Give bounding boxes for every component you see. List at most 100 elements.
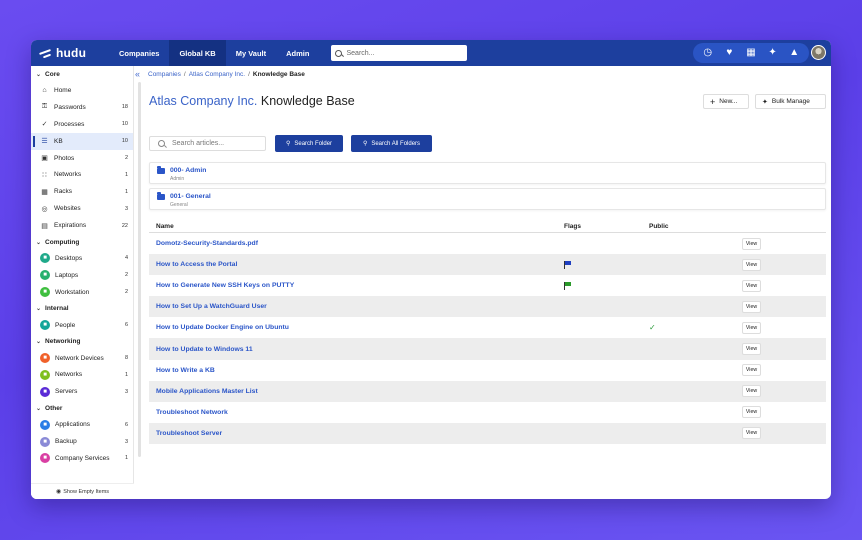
sidebar-item-home[interactable]: ⌂ Home <box>31 82 133 99</box>
sidebar-item-servers[interactable]: ■ Servers 3 <box>31 383 133 400</box>
table-row[interactable]: Troubleshoot Server View <box>149 422 826 444</box>
applications-icon: ■ <box>40 419 50 430</box>
article-name-link[interactable]: Troubleshoot Server <box>156 430 222 437</box>
sidebar-item-desktops[interactable]: ■ Desktops 4 <box>31 250 133 267</box>
sidebar-section-computing[interactable]: ⌄ Computing <box>31 234 133 250</box>
sidebar-item-expirations[interactable]: ▤ Expirations 22 <box>31 217 133 234</box>
sidebar-item-workstation[interactable]: ■ Workstation 2 <box>31 284 133 301</box>
view-button[interactable]: View <box>742 406 761 419</box>
sidebar-item-photos[interactable]: ▣ Photos 2 <box>31 150 133 167</box>
heart-icon[interactable]: ♥ <box>724 48 734 58</box>
column-public[interactable]: Public <box>649 223 669 230</box>
logo[interactable]: hudu <box>39 46 109 60</box>
logo-mark-icon <box>39 49 53 58</box>
article-name-link[interactable]: How to Set Up a WatchGuard User <box>156 303 267 310</box>
table-row[interactable]: How to Update to Windows 11 View <box>149 338 826 360</box>
clock-icon[interactable]: ◷ <box>703 48 713 58</box>
table-row[interactable]: Mobile Applications Master List View <box>149 380 826 402</box>
table-row[interactable]: How to Access the Portal View <box>149 254 826 276</box>
folder-admin[interactable]: 000- Admin Admin <box>149 162 826 184</box>
sidebar-section-networking[interactable]: ⌄ Networking <box>31 334 133 350</box>
article-name-link[interactable]: How to Generate New SSH Keys on PUTTY <box>156 282 294 289</box>
folder-name[interactable]: 001- General <box>170 193 211 200</box>
article-name-link[interactable]: Domotz-Security-Standards.pdf <box>156 240 258 247</box>
sidebar-section-core[interactable]: ⌄ Core <box>31 66 133 82</box>
nav-tab-my-vault[interactable]: My Vault <box>226 40 276 66</box>
view-button[interactable]: View <box>742 427 761 440</box>
show-empty-items-button[interactable]: ◉ Show Empty Items <box>31 483 134 499</box>
global-search-input[interactable]: Search... <box>331 45 468 61</box>
sidebar-item-backup[interactable]: ■ Backup 3 <box>31 433 133 450</box>
search-folder-button[interactable]: ⚲ Search Folder <box>275 135 343 152</box>
view-button[interactable]: View <box>742 385 761 398</box>
bulk-manage-button[interactable]: ✦ Bulk Manage <box>755 94 826 109</box>
sidebar-section-other[interactable]: ⌄ Other <box>31 400 133 416</box>
sidebar-item-company-services[interactable]: ■ Company Services 1 <box>31 450 133 467</box>
sidebar-item-applications[interactable]: ■ Applications 6 <box>31 416 133 433</box>
column-name[interactable]: Name <box>156 223 174 230</box>
article-name-link[interactable]: How to Update Docker Engine on Ubuntu <box>156 324 289 331</box>
search-all-folders-button[interactable]: ⚲ Search All Folders <box>351 135 432 152</box>
sidebar-section-title: Internal <box>45 305 69 313</box>
tools-icon[interactable]: ✦ <box>768 48 778 58</box>
sidebar-item-label: Websites <box>54 205 81 213</box>
table-row[interactable]: Domotz-Security-Standards.pdf View <box>149 233 826 254</box>
plus-icon: + <box>710 96 716 107</box>
calendar-icon[interactable]: ▦ <box>746 48 756 58</box>
article-name-link[interactable]: How to Write a KB <box>156 367 215 374</box>
sidebar-item-processes[interactable]: ✓ Processes 10 <box>31 116 133 133</box>
globe-icon: ◎ <box>41 205 48 213</box>
view-button[interactable]: View <box>742 279 761 292</box>
sidebar-item-kb[interactable]: ☰ KB 10 <box>31 132 133 150</box>
company-services-icon: ■ <box>40 453 50 464</box>
column-flags[interactable]: Flags <box>564 223 581 230</box>
view-button[interactable]: View <box>742 343 761 356</box>
desktop-icon: ■ <box>40 253 50 264</box>
view-button[interactable]: View <box>742 258 761 271</box>
sidebar-item-passwords[interactable]: ⚿ Passwords 18 <box>31 99 133 116</box>
sidebar-item-websites[interactable]: ◎ Websites 3 <box>31 200 133 217</box>
sidebar-item-label: Workstation <box>55 288 90 296</box>
view-button[interactable]: View <box>742 321 761 334</box>
folder-name[interactable]: 000- Admin <box>170 167 206 174</box>
article-name-link[interactable]: How to Access the Portal <box>156 261 237 268</box>
sidebar-item-label: Expirations <box>54 222 87 230</box>
table-row[interactable]: How to Generate New SSH Keys on PUTTY Vie… <box>149 275 826 296</box>
article-name-link[interactable]: How to Update to Windows 11 <box>156 346 253 353</box>
view-button[interactable]: View <box>742 300 761 313</box>
folder-general[interactable]: 001- General General <box>149 188 826 210</box>
view-button[interactable]: View <box>742 364 761 377</box>
table-row[interactable]: How to Write a KB View <box>149 360 826 381</box>
nav-tab-global-kb[interactable]: Global KB <box>169 40 226 66</box>
sidebar-item-racks[interactable]: ▦ Racks 1 <box>31 183 133 200</box>
breadcrumb-current: Knowledge Base <box>252 71 305 78</box>
sidebar-item-networks[interactable]: ■ Networks 1 <box>31 366 133 383</box>
collapse-sidebar-icon[interactable]: « <box>135 69 140 79</box>
sidebar-section-internal[interactable]: ⌄ Internal <box>31 301 133 317</box>
article-name-link[interactable]: Mobile Applications Master List <box>156 388 258 395</box>
search-articles-input[interactable]: Search articles... <box>149 136 266 151</box>
avatar[interactable] <box>811 45 826 60</box>
global-search-placeholder: Search... <box>346 49 375 57</box>
view-button[interactable]: View <box>742 237 761 250</box>
table-row[interactable]: How to Update Docker Engine on Ubuntu ✓ Vi… <box>149 317 826 338</box>
sidebar-item-networks[interactable]: ∷ Networks 1 <box>31 166 133 183</box>
sidebar-item-people[interactable]: ■ People 6 <box>31 317 133 334</box>
page-title-company[interactable]: Atlas Company Inc. <box>149 94 257 108</box>
servers-icon: ■ <box>40 386 50 397</box>
breadcrumb-companies[interactable]: Companies <box>148 71 181 78</box>
table-row[interactable]: Troubleshoot Network View <box>149 402 826 423</box>
sidebar-item-label: Company Services <box>55 454 110 462</box>
graduation-cap-icon[interactable]: ▲ <box>789 48 799 58</box>
sidebar-scrollbar[interactable] <box>138 82 141 457</box>
new-button[interactable]: + New... <box>703 94 749 109</box>
nav-tab-companies[interactable]: Companies <box>109 40 169 66</box>
article-name-link[interactable]: Troubleshoot Network <box>156 409 228 416</box>
nav-tab-admin[interactable]: Admin <box>276 40 319 66</box>
table-row[interactable]: How to Set Up a WatchGuard User View <box>149 296 826 318</box>
app-window: hudu Companies Global KB My Vault Admin Sea… <box>31 40 831 499</box>
table-header: Name Flags Public <box>149 220 826 233</box>
sidebar-item-laptops[interactable]: ■ Laptops 2 <box>31 267 133 284</box>
sidebar-item-network-devices[interactable]: ■ Network Devices 8 <box>31 350 133 367</box>
breadcrumb-company[interactable]: Atlas Company Inc. <box>189 71 245 78</box>
